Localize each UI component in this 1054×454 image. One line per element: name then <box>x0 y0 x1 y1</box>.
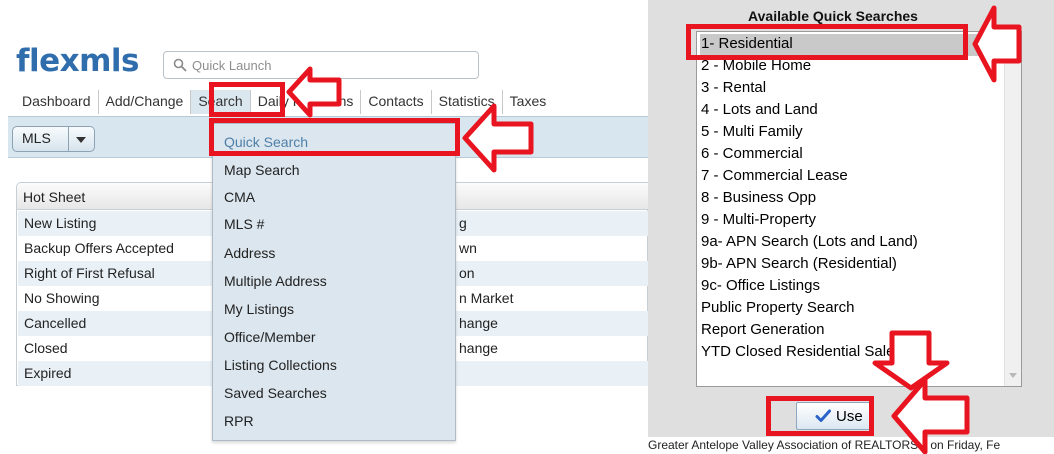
list-item[interactable]: Public Property Search <box>700 298 1000 320</box>
mls-button-divider <box>68 127 69 151</box>
list-item[interactable]: 8 - Business Opp <box>700 188 1000 210</box>
quick-search-listbox[interactable]: 1- Residential 2 - Mobile Home 3 - Renta… <box>696 31 1022 387</box>
flexmls-logo: flexmls <box>16 43 140 79</box>
list-item[interactable]: 3 - Rental <box>700 78 1000 100</box>
list-item[interactable]: YTD Closed Residential Sales <box>700 342 1000 364</box>
mls-button-label: MLS <box>22 130 51 146</box>
hot-sheet-link[interactable]: New Listing <box>24 215 96 231</box>
menu-item-my-listings[interactable]: My Listings <box>224 301 294 317</box>
quick-search-dialog: Available Quick Searches 1- Residential … <box>648 0 1054 454</box>
menu-item-saved-searches[interactable]: Saved Searches <box>224 385 327 401</box>
tab-add-change[interactable]: Add/Change <box>97 90 191 114</box>
tab-taxes[interactable]: Taxes <box>501 90 554 114</box>
quick-launch-box[interactable] <box>163 51 479 79</box>
menu-item-map-search[interactable]: Map Search <box>224 162 299 178</box>
highlight-box-use-button <box>766 396 874 436</box>
quick-launch-input[interactable] <box>192 56 462 74</box>
mls-dropdown-button[interactable]: MLS <box>12 126 95 152</box>
hot-sheet-link[interactable]: Backup Offers Accepted <box>24 240 174 256</box>
hot-sheet-title: Hot Sheet <box>23 189 86 205</box>
list-item[interactable]: Report Generation <box>700 320 1000 342</box>
hot-sheet-link[interactable]: hange <box>459 340 498 356</box>
highlight-box-search-tab <box>209 82 285 117</box>
list-item[interactable]: 6 - Commercial <box>700 144 1000 166</box>
hot-sheet-link[interactable]: hange <box>459 315 498 331</box>
search-icon <box>173 58 187 72</box>
list-item[interactable]: 9b- APN Search (Residential) <box>700 254 1000 276</box>
tab-contacts[interactable]: Contacts <box>360 90 430 114</box>
listbox-scrollbar[interactable] <box>1004 32 1021 386</box>
hot-sheet-link[interactable]: Expired <box>24 365 71 381</box>
list-item[interactable]: 9c- Office Listings <box>700 276 1000 298</box>
hot-sheet-link[interactable]: Cancelled <box>24 315 86 331</box>
hot-sheet-link[interactable]: No Showing <box>24 290 100 306</box>
tab-dashboard[interactable]: Dashboard <box>15 90 98 114</box>
dialog-title: Available Quick Searches <box>748 8 918 24</box>
menu-item-rpr[interactable]: RPR <box>224 413 254 429</box>
tab-statistics[interactable]: Statistics <box>430 90 502 114</box>
hot-sheet-link[interactable]: wn <box>459 240 477 256</box>
hot-sheet-link[interactable]: Right of First Refusal <box>24 265 155 281</box>
hot-sheet-link[interactable]: Closed <box>24 340 68 356</box>
menu-item-multiple-address[interactable]: Multiple Address <box>224 273 327 289</box>
footer-text: Greater Antelope Valley Association of R… <box>648 437 1054 454</box>
menu-item-listing-collections[interactable]: Listing Collections <box>224 357 337 373</box>
hot-sheet-link[interactable]: n Market <box>459 290 513 306</box>
list-item[interactable]: 9a- APN Search (Lots and Land) <box>700 232 1000 254</box>
hot-sheet-link[interactable]: g <box>459 215 467 231</box>
scroll-down-icon[interactable] <box>1009 373 1017 378</box>
menu-item-office-member[interactable]: Office/Member <box>224 329 316 345</box>
list-item[interactable]: 5 - Multi Family <box>700 122 1000 144</box>
list-item[interactable]: 9 - Multi-Property <box>700 210 1000 232</box>
search-dropdown-menu: Quick Search Map Search CMA MLS # Addres… <box>212 123 456 441</box>
highlight-box-residential <box>686 24 968 60</box>
menu-item-address[interactable]: Address <box>224 245 275 261</box>
list-item[interactable]: 7 - Commercial Lease <box>700 166 1000 188</box>
scroll-up-icon[interactable] <box>1009 40 1017 45</box>
highlight-box-quick-search <box>209 118 460 156</box>
chevron-down-icon[interactable] <box>76 137 86 143</box>
flexmls-panel: flexmls Dashboard Add/Change Search Dail… <box>0 0 648 454</box>
hot-sheet-link[interactable]: on <box>459 265 475 281</box>
menu-item-mls-number[interactable]: MLS # <box>224 216 264 232</box>
list-item[interactable]: 4 - Lots and Land <box>700 100 1000 122</box>
menu-item-cma[interactable]: CMA <box>224 189 255 205</box>
